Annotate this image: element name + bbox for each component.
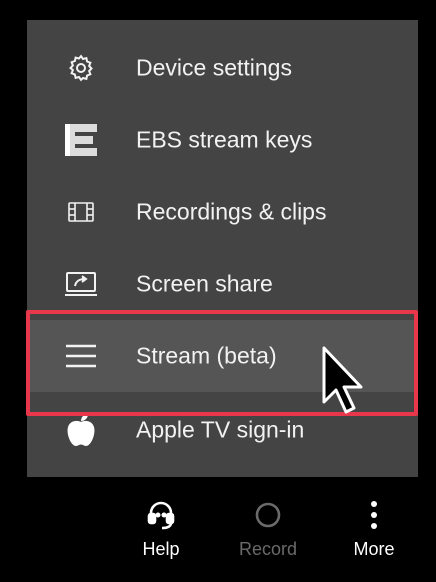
menu-item-label: EBS stream keys bbox=[136, 126, 313, 153]
film-strip-icon bbox=[61, 192, 101, 232]
menu-item-label: Device settings bbox=[136, 54, 292, 81]
screen-share-icon bbox=[61, 264, 101, 304]
record-label: Record bbox=[238, 539, 298, 559]
menu-item-device-settings[interactable]: Device settings bbox=[27, 32, 418, 104]
mouse-cursor-icon bbox=[320, 346, 368, 421]
menu-item-label: Screen share bbox=[136, 270, 273, 297]
menu-item-ebs-stream-keys[interactable]: EBS stream keys bbox=[27, 104, 418, 176]
apple-logo-icon bbox=[61, 410, 101, 450]
more-label: More bbox=[353, 539, 395, 559]
menu-item-recordings-clips[interactable]: Recordings & clips bbox=[27, 176, 418, 248]
help-label: Help bbox=[142, 539, 180, 559]
ebs-logo-icon bbox=[61, 120, 101, 160]
help-button[interactable]: Help bbox=[111, 495, 211, 560]
headset-icon bbox=[111, 495, 211, 535]
gear-icon bbox=[61, 48, 101, 88]
record-button[interactable]: Record bbox=[218, 495, 318, 560]
menu-item-label: Apple TV sign-in bbox=[136, 416, 305, 443]
more-button[interactable]: More bbox=[324, 495, 424, 560]
record-circle-icon bbox=[218, 495, 318, 535]
vertical-dots-icon bbox=[324, 495, 424, 535]
bottom-navigation-bar: Help Record More bbox=[0, 485, 436, 582]
menu-item-label: Recordings & clips bbox=[136, 198, 327, 225]
